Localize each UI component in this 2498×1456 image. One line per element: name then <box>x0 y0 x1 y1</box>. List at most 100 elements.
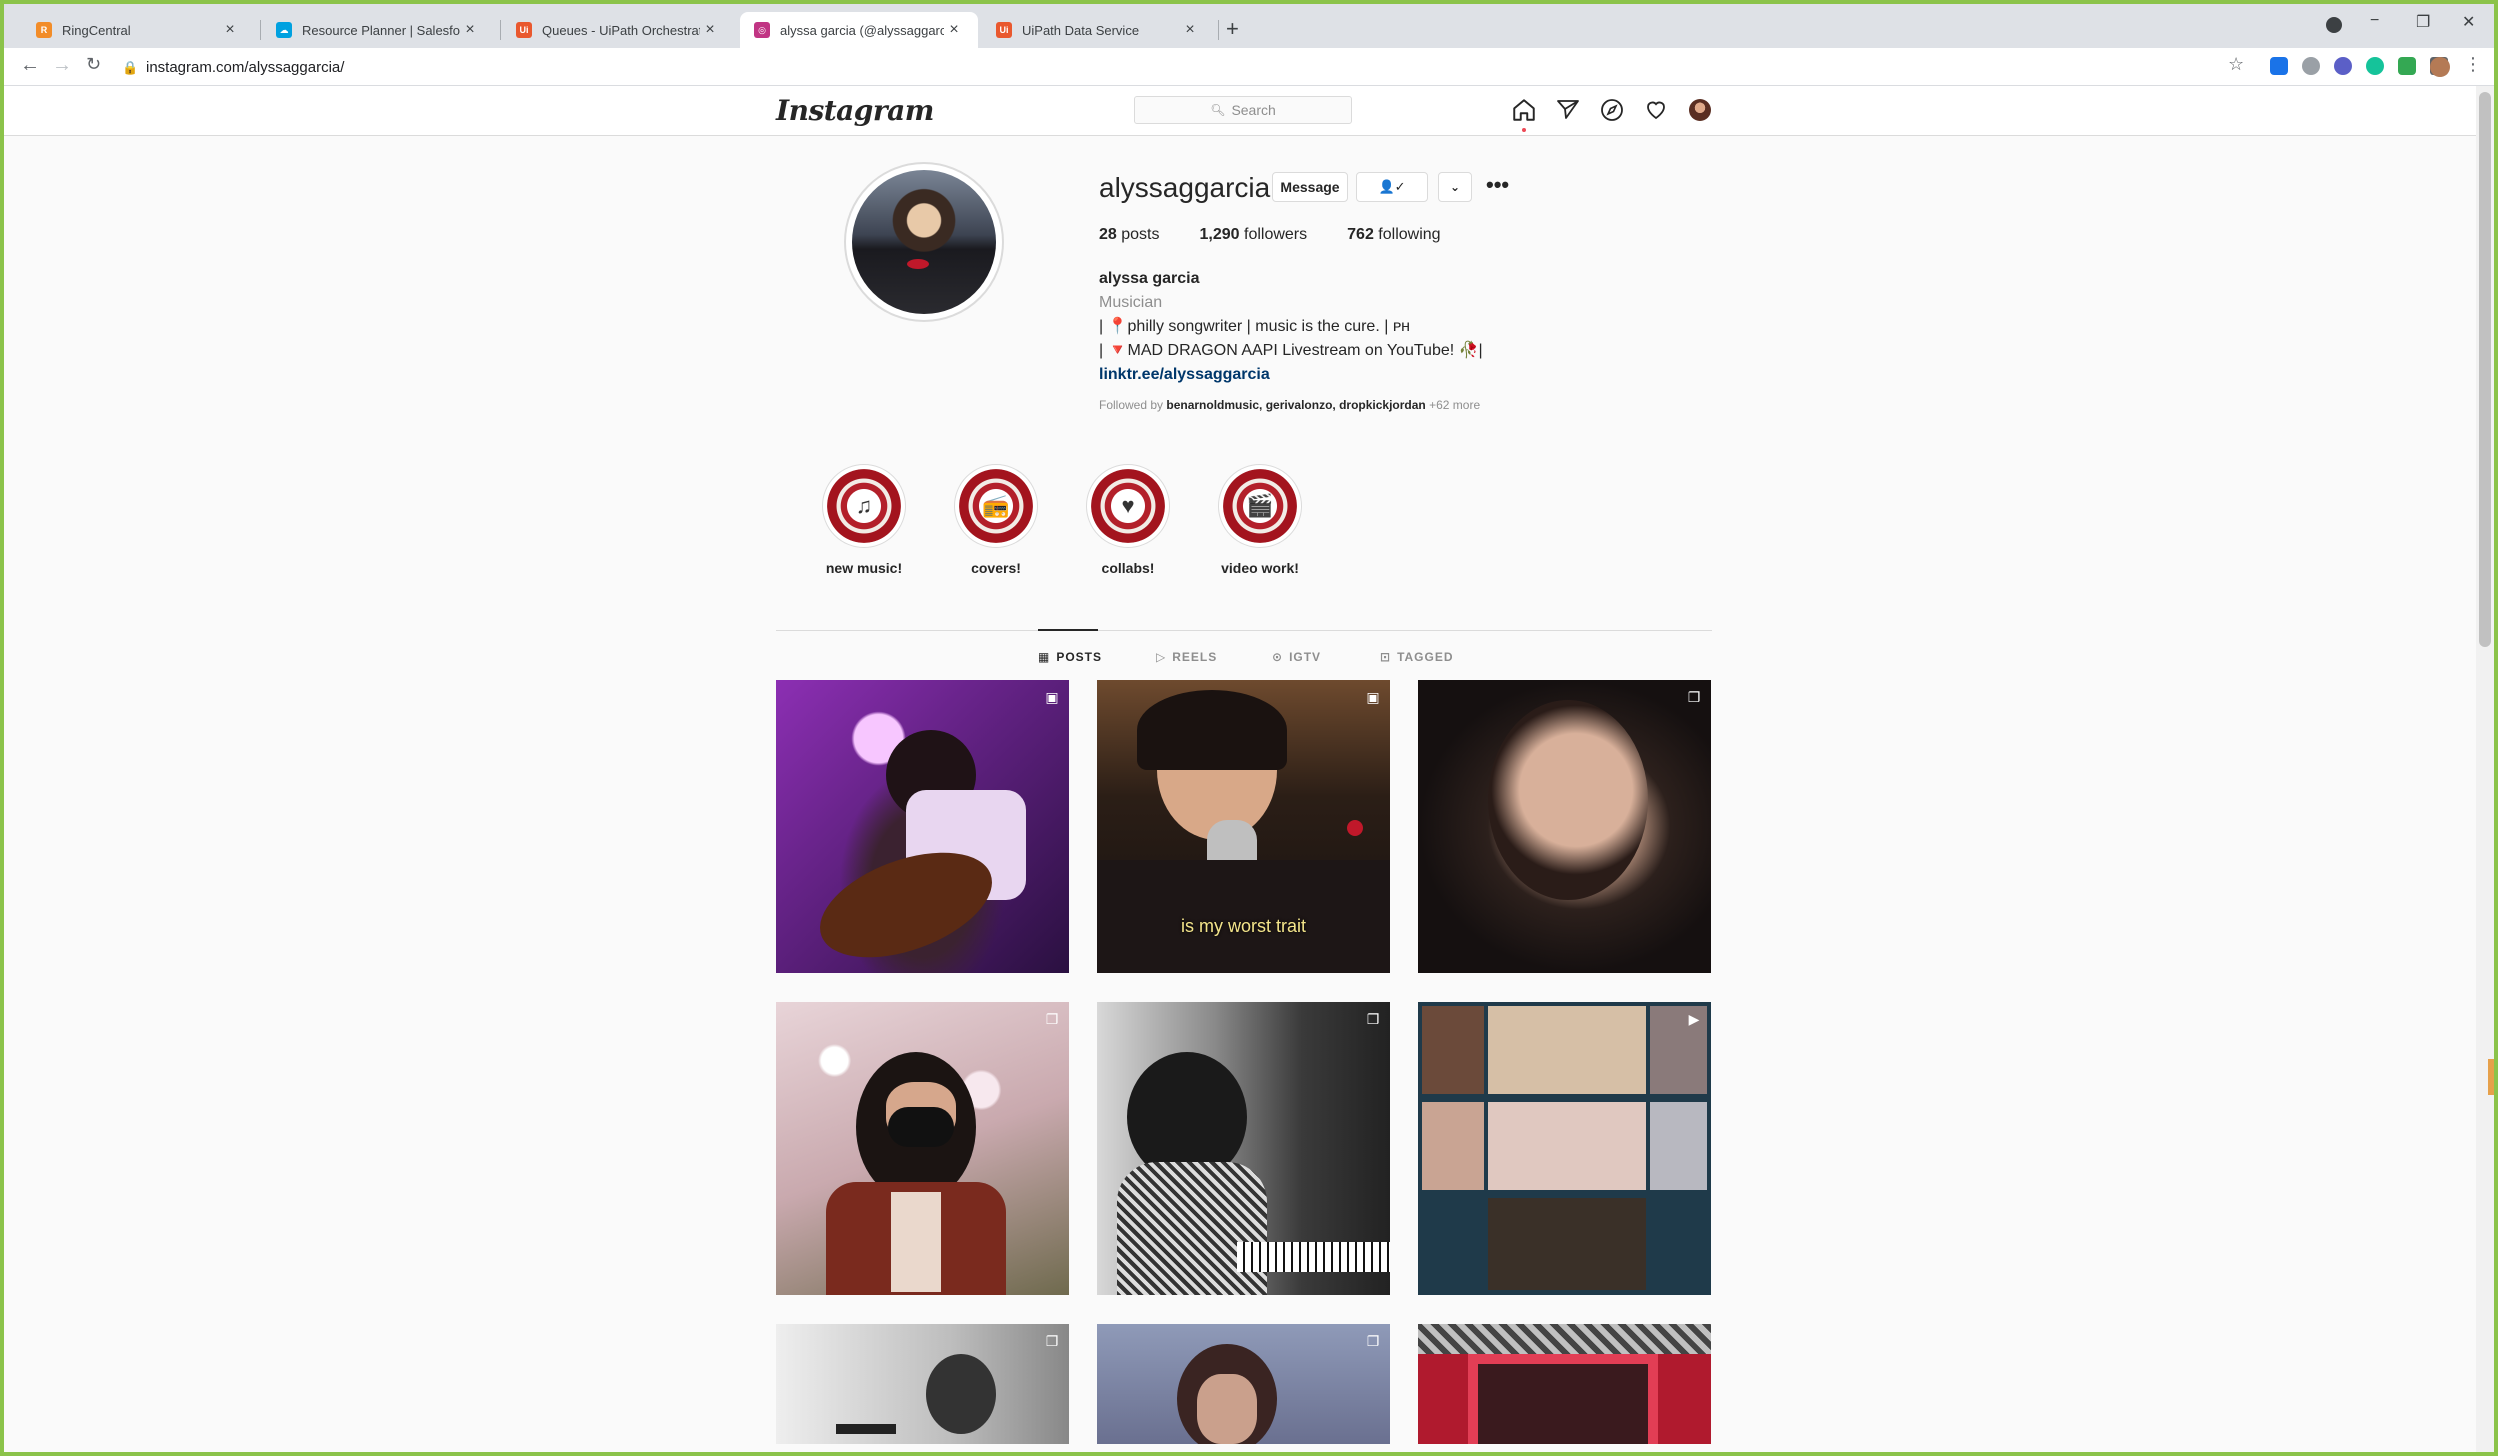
tab-reels[interactable]: ▷ REELS <box>1156 650 1217 664</box>
browser-tab-ringcentral[interactable]: R RingCentral × <box>22 12 254 48</box>
minimize-button[interactable]: − <box>2370 12 2379 30</box>
profile-menu-icon[interactable] <box>2326 17 2342 33</box>
highlight-label: covers! <box>971 560 1021 576</box>
search-placeholder: Search <box>1231 102 1276 118</box>
story-highlight[interactable]: 🎬 video work! <box>1210 464 1310 576</box>
direct-message-icon[interactable] <box>1554 96 1582 124</box>
extension-icon[interactable] <box>2302 57 2320 75</box>
close-tab-icon[interactable]: × <box>700 21 720 39</box>
story-highlight[interactable]: ♫ new music! <box>814 464 914 576</box>
instagram-header: Instagram 🔍︎ Search <box>4 86 2494 136</box>
close-tab-icon[interactable]: × <box>460 21 480 39</box>
scrollbar-thumb[interactable] <box>2479 92 2491 647</box>
close-window-button[interactable]: ✕ <box>2462 12 2475 32</box>
forward-arrow-icon[interactable]: → <box>52 54 72 77</box>
posts-label: posts <box>1121 226 1160 243</box>
search-icon: 🔍︎ <box>1210 103 1226 117</box>
reload-icon[interactable]: ↻ <box>86 54 101 75</box>
reels-badge-icon: ▣ <box>1045 688 1059 705</box>
post-thumbnail[interactable]: ❐ <box>1097 1324 1390 1444</box>
profile-username: alyssaggarcia <box>1099 172 1271 203</box>
reels-badge-icon: ▣ <box>1366 688 1380 705</box>
post-thumbnail[interactable]: ❐ <box>1097 1002 1390 1295</box>
followed-by[interactable]: Followed by benarnoldmusic, gerivalonzo,… <box>1099 398 1480 412</box>
tab-title: UiPath Data Service <box>1022 22 1140 38</box>
close-tab-icon[interactable]: × <box>944 21 964 39</box>
browser-window: R RingCentral × ☁ Resource Planner | Sal… <box>0 0 2498 1456</box>
igtv-icon: ⊙ <box>1272 650 1284 664</box>
browser-menu-icon[interactable]: ⋮ <box>2464 54 2482 75</box>
followed-by-prefix: Followed by <box>1099 398 1164 412</box>
extension-icon[interactable] <box>2334 57 2352 75</box>
instagram-favicon-icon: ◎ <box>754 22 770 38</box>
search-input[interactable]: 🔍︎ Search <box>1134 96 1352 124</box>
suggested-chevron-button[interactable]: ⌄ <box>1438 172 1472 202</box>
video-play-icon: ▶ <box>1688 1010 1700 1027</box>
tab-tagged[interactable]: ⊡ TAGGED <box>1380 650 1454 664</box>
browser-tab-orchestrator[interactable]: Ui Queues - UiPath Orchestrator × <box>502 12 734 48</box>
bookmark-star-icon[interactable]: ☆ <box>2228 54 2244 75</box>
lock-icon: 🔒 <box>122 60 139 75</box>
profile-stats: 28 posts 1,290 followers 762 following <box>1099 226 1441 244</box>
highlight-label: new music! <box>825 560 903 576</box>
heart-icon: ♥ <box>1091 469 1165 543</box>
followers-count: 1,290 <box>1199 226 1240 243</box>
story-highlight[interactable]: 📻 covers! <box>946 464 1046 576</box>
browser-tab-salesforce[interactable]: ☁ Resource Planner | Salesforce × <box>262 12 494 48</box>
tab-igtv[interactable]: ⊙ IGTV <box>1272 650 1321 664</box>
tab-label: POSTS <box>1056 650 1103 664</box>
restore-button[interactable]: ❐ <box>2416 12 2430 32</box>
post-thumbnail[interactable]: ▣ <box>776 680 1069 973</box>
activity-heart-icon[interactable] <box>1642 96 1670 124</box>
browser-tab-data-service[interactable]: Ui UiPath Data Service × <box>982 12 1214 48</box>
carousel-badge-icon: ❐ <box>1045 1332 1059 1349</box>
highlight-label: collabs! <box>1101 560 1155 576</box>
new-tab-button[interactable]: + <box>1226 16 1239 42</box>
followers-stat[interactable]: 1,290 followers <box>1200 226 1308 244</box>
bio-link[interactable]: linktr.ee/alyssaggarcia <box>1099 363 1483 387</box>
bio-line: | 📍philly songwriter | music is the cure… <box>1099 318 1410 335</box>
following-button[interactable]: 👤✓ <box>1356 172 1428 202</box>
music-note-icon: ♫ <box>827 469 901 543</box>
close-tab-icon[interactable]: × <box>1180 21 1200 39</box>
extension-icon[interactable] <box>2270 57 2288 75</box>
browser-tab-instagram[interactable]: ◎ alyssa garcia (@alyssaggarcia) • I × <box>740 12 978 48</box>
tab-posts[interactable]: ▦ POSTS <box>1038 650 1102 664</box>
tab-title: Queues - UiPath Orchestrator <box>542 22 700 38</box>
story-highlight[interactable]: ♥ collabs! <box>1078 464 1178 576</box>
user-avatar-icon[interactable] <box>2430 57 2450 77</box>
instagram-logo[interactable]: Instagram <box>776 94 934 127</box>
extension-icon[interactable] <box>2398 57 2416 75</box>
more-options-icon[interactable]: ••• <box>1486 172 1509 198</box>
url-text: instagram.com/alyssaggarcia/ <box>146 58 345 76</box>
scrollbar-marker <box>2488 1059 2494 1095</box>
browser-toolbar: ← → ↻ 🔒 instagram.com/alyssaggarcia/ ☆ <box>4 48 2494 86</box>
close-tab-icon[interactable]: × <box>220 21 240 39</box>
post-thumbnail[interactable]: ❐ <box>1418 680 1711 973</box>
posts-stat: 28 posts <box>1099 226 1160 244</box>
post-thumbnail[interactable]: ❐ <box>776 1002 1069 1295</box>
back-arrow-icon[interactable]: ← <box>20 54 40 77</box>
post-thumbnail[interactable]: ▶ <box>1418 1002 1711 1295</box>
tab-strip: R RingCentral × ☁ Resource Planner | Sal… <box>4 4 2494 48</box>
home-icon[interactable] <box>1510 96 1538 124</box>
post-thumbnail[interactable] <box>1418 1324 1711 1444</box>
category-label: Musician <box>1099 294 1163 311</box>
following-stat[interactable]: 762 following <box>1347 226 1440 244</box>
post-caption-overlay: is my worst trait <box>1180 916 1306 936</box>
grammarly-icon[interactable] <box>2366 57 2384 75</box>
reels-icon: ▷ <box>1156 650 1167 664</box>
post-thumbnail[interactable]: ❐ <box>776 1324 1069 1444</box>
profile-avatar-icon[interactable] <box>1686 96 1714 124</box>
message-button[interactable]: Message <box>1272 172 1348 202</box>
tab-title: alyssa garcia (@alyssaggarcia) • I <box>780 22 944 38</box>
followed-by-more: +62 more <box>1429 398 1481 412</box>
post-thumbnail[interactable]: is my worst trait ▣ <box>1097 680 1390 973</box>
ringcentral-favicon-icon: R <box>36 22 52 38</box>
tagged-icon: ⊡ <box>1380 650 1392 664</box>
explore-compass-icon[interactable] <box>1598 96 1626 124</box>
profile-picture[interactable] <box>844 162 1004 322</box>
address-bar[interactable]: 🔒 instagram.com/alyssaggarcia/ <box>122 52 2222 82</box>
carousel-badge-icon: ❐ <box>1687 688 1701 705</box>
clapperboard-icon: 🎬 <box>1223 469 1297 543</box>
